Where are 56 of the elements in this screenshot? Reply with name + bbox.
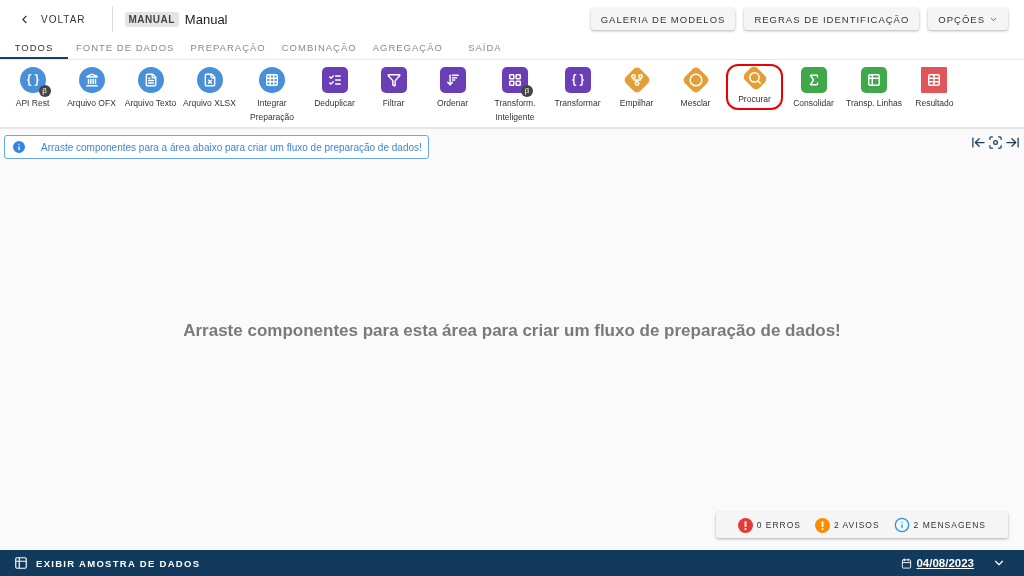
category-tab[interactable]: AGREGAÇÃO (364, 38, 451, 59)
tool-glyph-icon (688, 73, 703, 87)
tool-glyph-icon (84, 73, 99, 87)
back-button[interactable]: VOLTAR (18, 6, 113, 32)
fit-view-icon[interactable] (988, 135, 1003, 150)
component-tool[interactable]: Consolidar (785, 64, 842, 114)
tool-glyph-icon (927, 73, 942, 87)
header-button[interactable]: REGRAS DE IDENTIFICAÇÃO (744, 8, 920, 30)
tool-glyph-icon (629, 73, 644, 87)
info-icon (11, 139, 27, 155)
component-tool[interactable]: β API Rest (4, 64, 61, 114)
tool-glyph-icon (747, 71, 762, 85)
component-tool[interactable]: Procurar (726, 64, 783, 110)
beta-badge: β (521, 85, 533, 97)
category-tab[interactable]: SAÍDA (450, 38, 519, 59)
options-button[interactable]: OPÇÕES (928, 8, 1008, 30)
component-tool[interactable]: Ordenar (424, 64, 481, 114)
component-tool[interactable]: Mesclar (667, 64, 724, 114)
category-tab[interactable]: PREPARAÇÃO (182, 38, 274, 59)
component-tool[interactable]: Deduplicar (306, 64, 363, 114)
header-button[interactable]: GALERIA DE MODELOS (590, 8, 736, 30)
canvas-message: Arraste componentes para esta área para criar um fluxo de preparação de dados! (183, 320, 841, 341)
component-tool[interactable]: β Transform. Inteligente (483, 64, 547, 128)
tool-glyph-icon (445, 73, 460, 87)
mode-tag: MANUAL (124, 11, 179, 27)
flow-title: Manual (184, 11, 228, 27)
status-text: 2 MENSAGENS (913, 520, 986, 530)
status-text: 0 ERROS (756, 520, 801, 530)
banner-text: Arraste componentes para a área abaixo para criar um fluxo de preparação de dados! (41, 141, 422, 153)
component-tool[interactable]: Transp. Linhas (844, 64, 904, 114)
tool-glyph-icon (866, 73, 881, 87)
category-tab[interactable]: FONTE DE DADOS (68, 38, 183, 59)
date-link[interactable]: 04/08/2023 (901, 557, 974, 569)
component-tool[interactable]: Filtrar (365, 64, 422, 114)
component-tool[interactable]: Integrar Preparação (240, 64, 304, 128)
calendar-icon (901, 557, 913, 569)
component-tool[interactable]: Arquivo OFX (63, 64, 120, 114)
tool-glyph-icon (327, 73, 342, 87)
tool-glyph-icon (570, 73, 585, 87)
tool-glyph-icon (508, 73, 522, 87)
component-tool[interactable]: Transformar (549, 64, 606, 114)
tool-glyph-icon (265, 73, 279, 87)
component-tool[interactable]: Empilhar (608, 64, 665, 114)
table-icon (14, 556, 28, 570)
component-tool[interactable]: Arquivo Texto (122, 64, 179, 114)
tool-glyph-icon (386, 73, 401, 87)
tool-glyph-icon (143, 73, 158, 87)
component-tool[interactable]: Resultado (905, 64, 963, 114)
collapse-left-icon[interactable] (971, 135, 986, 150)
category-tab[interactable]: COMBINAÇÃO (273, 38, 365, 59)
component-tool[interactable]: Arquivo XLSX (181, 64, 238, 114)
expand-right-icon[interactable] (1005, 135, 1020, 150)
status-text: 2 AVISOS (833, 520, 880, 530)
sample-data-button[interactable]: EXIBIR AMOSTRA DE DADOS (14, 556, 201, 570)
tool-glyph-icon (25, 73, 40, 87)
tool-glyph-icon (202, 73, 217, 87)
